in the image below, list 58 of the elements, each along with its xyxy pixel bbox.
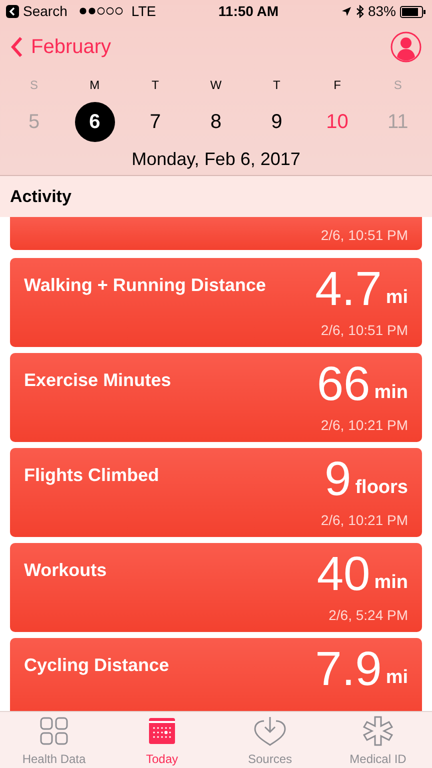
timestamp: 2/6, 10:21 PM bbox=[320, 511, 408, 530]
metric-value: 7.9 bbox=[315, 648, 382, 692]
activity-card[interactable]: Flights Climbed 9 floors 2/6, 10:21 PM bbox=[10, 448, 422, 537]
asterisk-icon bbox=[363, 716, 393, 746]
signal-icon bbox=[79, 7, 124, 15]
section-header: Activity bbox=[10, 186, 72, 208]
metric-value: 66 bbox=[316, 363, 370, 407]
profile-button[interactable] bbox=[390, 31, 422, 63]
back-app-link[interactable]: Search bbox=[23, 0, 68, 22]
activity-card[interactable]: Exercise Minutes 66 min 2/6, 10:21 PM bbox=[10, 353, 422, 442]
activity-card[interactable]: 2/6, 10:51 PM bbox=[10, 217, 422, 250]
weekday-label: M bbox=[90, 78, 100, 92]
timestamp: 2/6, 10:51 PM bbox=[320, 321, 408, 340]
timestamp: 2/6, 5:24 PM bbox=[328, 606, 408, 625]
activity-card[interactable]: Cycling Distance 7.9 mi bbox=[10, 638, 422, 711]
selected-date: Monday, Feb 6, 2017 bbox=[132, 149, 300, 169]
weekday-label: T bbox=[272, 78, 280, 92]
grid-icon bbox=[40, 716, 68, 746]
heart-icon bbox=[253, 716, 287, 746]
back-button[interactable]: February bbox=[10, 32, 112, 62]
clock-text: 11:50 AM bbox=[218, 2, 279, 20]
weekday-label: S bbox=[394, 78, 402, 92]
card-title: Workouts bbox=[24, 559, 107, 582]
card-title: Walking + Running Distance bbox=[24, 274, 266, 297]
activity-card[interactable]: Walking + Running Distance 4.7 mi 2/6, 10:51 PM bbox=[10, 258, 422, 347]
metric-unit: min bbox=[374, 570, 408, 594]
metric-value: 40 bbox=[316, 553, 370, 597]
metric-unit: min bbox=[374, 380, 408, 404]
tab-button[interactable]: Medical ID bbox=[324, 712, 432, 768]
battery-percent: 83% bbox=[368, 2, 396, 20]
card-title: Exercise Minutes bbox=[24, 369, 172, 392]
weekday-label: S bbox=[30, 78, 38, 92]
card-title: Cycling Distance bbox=[24, 654, 170, 677]
timestamp: 2/6, 10:21 PM bbox=[320, 416, 408, 435]
weekday-label: T bbox=[152, 78, 159, 92]
calendar-day[interactable]: 6 bbox=[74, 102, 115, 142]
calendar-day[interactable]: 9 bbox=[256, 102, 297, 142]
weekday-label: W bbox=[210, 78, 222, 92]
calendar-day[interactable]: 5 bbox=[14, 102, 54, 142]
calendar-day[interactable]: 11 bbox=[378, 102, 418, 142]
metric-value: 9 bbox=[324, 458, 352, 502]
timestamp: 2/6, 10:51 PM bbox=[320, 226, 408, 245]
calendar-day[interactable]: 7 bbox=[135, 102, 176, 142]
carrier-text: LTE bbox=[131, 2, 156, 20]
weekday-label: F bbox=[334, 78, 341, 92]
metric-unit: floors bbox=[355, 476, 408, 500]
metric-value: 4.7 bbox=[315, 268, 382, 312]
calendar-day[interactable]: 8 bbox=[196, 102, 236, 142]
activity-card[interactable]: Workouts 40 min 2/6, 5:24 PM bbox=[10, 543, 422, 632]
metric-unit: mi bbox=[386, 286, 408, 310]
tab-button[interactable]: Health Data bbox=[0, 712, 108, 768]
tab-button[interactable]: Today bbox=[108, 712, 216, 768]
card-title: Flights Climbed bbox=[24, 464, 159, 487]
calendar-icon bbox=[148, 716, 176, 746]
back-chevron-icon bbox=[10, 36, 23, 58]
tab-button[interactable]: Sources bbox=[216, 712, 324, 768]
metric-unit: mi bbox=[386, 666, 408, 690]
calendar-day[interactable]: 10 bbox=[317, 102, 358, 142]
